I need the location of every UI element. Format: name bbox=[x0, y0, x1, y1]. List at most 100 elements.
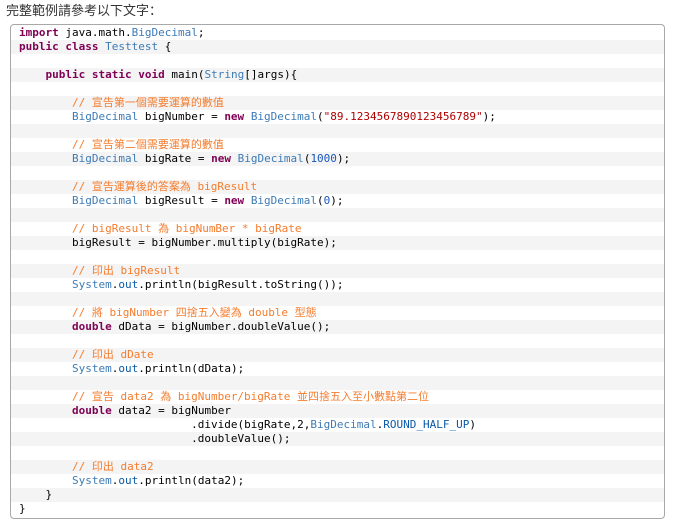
code-text: ); bbox=[482, 110, 496, 123]
code-field: ROUND_HALF_UP bbox=[383, 418, 470, 431]
code-line: bigResult = bigNumber.multiply(bigRate); bbox=[11, 236, 664, 250]
code-keyword: public bbox=[19, 40, 59, 53]
code-type: System bbox=[71, 278, 112, 291]
code-line: .divide(bigRate,2,BigDecimal.ROUND_HALF_… bbox=[11, 418, 664, 432]
code-text: java.math. bbox=[58, 26, 132, 39]
code-text: []args){ bbox=[244, 68, 298, 81]
code-line: } bbox=[11, 488, 664, 502]
code-type: BigDecimal bbox=[71, 194, 139, 207]
code-line: double data2 = bigNumber bbox=[11, 404, 664, 418]
code-type: BigDecimal bbox=[250, 194, 318, 207]
code-line: // 宣告 data2 為 bigNumber/bigRate 並四捨五入至小數… bbox=[11, 390, 664, 404]
code-keyword: public bbox=[45, 68, 86, 81]
code-text: ( bbox=[317, 110, 324, 123]
code-keyword: new bbox=[211, 152, 231, 165]
code-text: bigRate = bbox=[138, 152, 212, 165]
code-comment: // 印出 data2 bbox=[71, 460, 154, 473]
code-text: .println(data2); bbox=[138, 474, 245, 487]
code-keyword: new bbox=[224, 110, 245, 123]
code-line: import java.math.BigDecimal; bbox=[11, 26, 664, 40]
code-line: } bbox=[11, 502, 664, 516]
code-text: } bbox=[19, 488, 53, 501]
code-line: System.out.println(bigResult.toString())… bbox=[11, 278, 664, 292]
code-line: // 印出 bigResult bbox=[11, 264, 664, 278]
code-type: BigDecimal bbox=[310, 418, 377, 431]
code-line bbox=[11, 208, 664, 222]
code-comment: // 將 bigNumber 四捨五入變為 double 型態 bbox=[71, 306, 317, 319]
code-keyword: import bbox=[19, 26, 59, 39]
code-line: // bigResult 為 bigNumBer * bigRate bbox=[11, 222, 664, 236]
code-comment: // bigResult 為 bigNumBer * bigRate bbox=[71, 222, 302, 235]
code-comment: // 宣告第二個需要運算的數值 bbox=[71, 138, 224, 151]
code-string: "89.1234567890123456789" bbox=[323, 110, 483, 123]
code-line: .doubleValue(); bbox=[11, 432, 664, 446]
code-text: main( bbox=[164, 68, 205, 81]
code-type: System bbox=[71, 474, 112, 487]
code-keyword: void bbox=[138, 68, 165, 81]
code-line: // 宣告第二個需要運算的數值 bbox=[11, 138, 664, 152]
code-keyword: static bbox=[91, 68, 132, 81]
code-number: 1000 bbox=[310, 152, 337, 165]
code-line bbox=[11, 376, 664, 390]
code-block[interactable]: import java.math.BigDecimal; public class… bbox=[10, 24, 665, 519]
code-line: // 印出 data2 bbox=[11, 460, 664, 474]
code-text: dData = bigNumber.doubleValue(); bbox=[111, 320, 331, 333]
code-field: out bbox=[118, 474, 139, 487]
code-line: System.out.println(data2); bbox=[11, 474, 664, 488]
code-keyword: double bbox=[71, 320, 112, 333]
code-text: .println(dData); bbox=[138, 362, 245, 375]
code-field: out bbox=[118, 278, 139, 291]
code-line: public static void main(String[]args){ bbox=[11, 68, 664, 82]
code-text: data2 = bigNumber bbox=[111, 404, 231, 417]
code-text: ( bbox=[317, 194, 324, 207]
intro-text: 完整範例請參考以下文字： bbox=[6, 4, 163, 19]
code-line: BigDecimal bigRate = new BigDecimal(1000… bbox=[11, 152, 664, 166]
code-line: BigDecimal bigResult = new BigDecimal(0)… bbox=[11, 194, 664, 208]
code-comment: // 宣告 data2 為 bigNumber/bigRate 並四捨五入至小數… bbox=[71, 390, 430, 403]
code-line: // 將 bigNumber 四捨五入變為 double 型態 bbox=[11, 306, 664, 320]
code-comment: // 宣告第一個需要運算的數值 bbox=[71, 96, 224, 109]
code-keyword: double bbox=[71, 404, 112, 417]
code-type: BigDecimal bbox=[237, 152, 304, 165]
code-type: Testtest bbox=[105, 40, 159, 53]
code-keyword: new bbox=[224, 194, 245, 207]
code-text: bigResult = bigNumber.multiply(bigRate); bbox=[19, 236, 337, 249]
code-line: double dData = bigNumber.doubleValue(); bbox=[11, 320, 664, 334]
code-type: BigDecimal bbox=[131, 26, 198, 39]
code-text: bigResult = bbox=[138, 194, 225, 207]
code-line: // 印出 dDate bbox=[11, 348, 664, 362]
code-text: } bbox=[19, 502, 26, 515]
code-comment: // 印出 bigResult bbox=[71, 264, 181, 277]
code-type: BigDecimal bbox=[71, 152, 139, 165]
code-comment: // 宣告運算後的答案為 bigResult bbox=[71, 180, 258, 193]
code-comment: // 印出 dDate bbox=[71, 348, 154, 361]
code-text: { bbox=[158, 40, 172, 53]
code-line: // 宣告第一個需要運算的數值 bbox=[11, 96, 664, 110]
code-text: .println(bigResult.toString()); bbox=[138, 278, 344, 291]
